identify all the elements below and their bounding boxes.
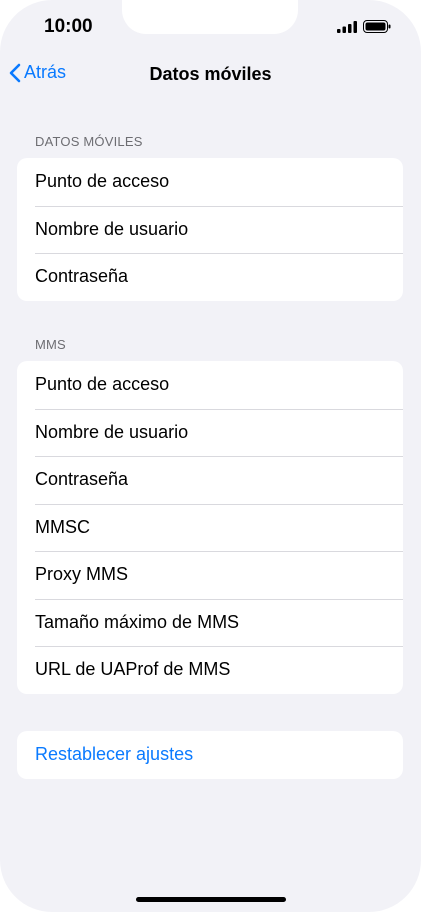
mmsc-row[interactable]: MMSC <box>17 503 403 552</box>
mms-group: Punto de acceso Nombre de usuario Contra… <box>17 361 403 694</box>
datos-punto-de-acceso-row[interactable]: Punto de acceso <box>17 158 403 206</box>
datos-nombre-de-usuario-row[interactable]: Nombre de usuario <box>17 205 403 254</box>
section-header-datos-moviles: DATOS MÓVILES <box>35 134 143 149</box>
section-header-mms: MMS <box>35 337 66 352</box>
datos-contrasena-row[interactable]: Contraseña <box>17 253 403 301</box>
datos-moviles-group: Punto de acceso Nombre de usuario Contra… <box>17 158 403 301</box>
signal-bars-icon <box>337 20 357 33</box>
status-icons <box>337 20 391 33</box>
home-indicator[interactable] <box>136 897 286 902</box>
reset-settings-button[interactable]: Restablecer ajustes <box>17 731 403 779</box>
battery-icon <box>363 20 391 33</box>
status-time: 10:00 <box>44 16 93 37</box>
notch <box>122 0 298 34</box>
mms-contrasena-row[interactable]: Contraseña <box>17 456 403 504</box>
tamano-maximo-mms-row[interactable]: Tamaño máximo de MMS <box>17 598 403 647</box>
page-title: Datos móviles <box>149 64 272 84</box>
proxy-mms-row[interactable]: Proxy MMS <box>17 551 403 599</box>
navigation-bar: Atrás Datos móviles <box>0 56 421 94</box>
mms-nombre-de-usuario-row[interactable]: Nombre de usuario <box>17 408 403 457</box>
url-uaprof-mms-row[interactable]: URL de UAProf de MMS <box>17 646 403 694</box>
reset-group: Restablecer ajustes <box>17 731 403 779</box>
phone-screen: 10:00 Atrás Datos móviles DATOS MÓVILES … <box>0 0 421 912</box>
mms-punto-de-acceso-row[interactable]: Punto de acceso <box>17 361 403 409</box>
